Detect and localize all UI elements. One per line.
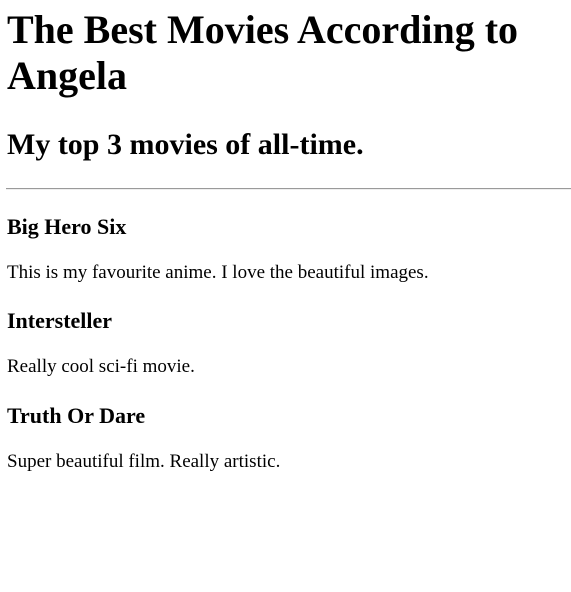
movie-title: Big Hero Six — [7, 214, 127, 239]
divider — [6, 188, 571, 190]
movie-item: Intersteller Really cool sci-fi movie. — [7, 308, 571, 378]
page-subtitle: My top 3 movies of all-time. — [7, 128, 364, 161]
movie-title: Truth Or Dare — [7, 403, 146, 428]
page-title: The Best Movies According to Angela — [7, 7, 519, 98]
movie-item: Truth Or Dare Super beautiful film. Real… — [7, 403, 571, 473]
movie-description: Super beautiful film. Really artistic. — [7, 451, 281, 472]
movie-description: Really cool sci-fi movie. — [7, 356, 195, 377]
page-content: The Best Movies According to Angela My t… — [6, 0, 571, 473]
movie-description: This is my favourite anime. I love the b… — [7, 262, 429, 283]
movie-item: Big Hero Six This is my favourite anime.… — [7, 214, 571, 284]
movie-title: Intersteller — [7, 308, 113, 333]
